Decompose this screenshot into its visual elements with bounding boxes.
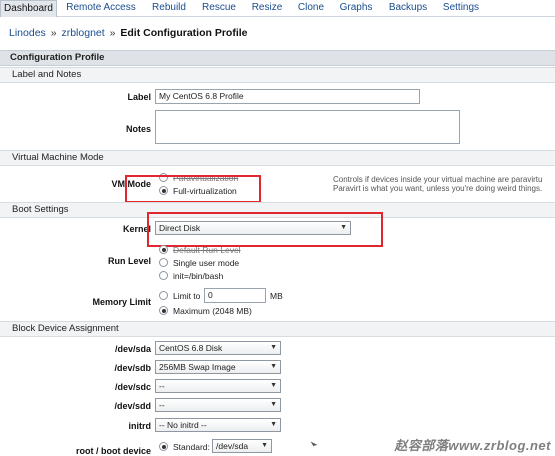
run-level-label: Run Level (107, 256, 151, 266)
memory-limit-label: Memory Limit (92, 297, 151, 307)
memory-maximum-radio[interactable] (159, 306, 168, 315)
initrd-label: initrd (128, 421, 152, 431)
run-level-init-label: init=/bin/bash (173, 271, 224, 281)
run-level-default-label: Default Run Level (173, 245, 241, 255)
breadcrumb-separator: » (50, 27, 57, 39)
sdc-select[interactable]: -- ▼ (155, 379, 281, 393)
sdc-label: /dev/sdc (114, 382, 151, 392)
sdc-select-value: -- (159, 381, 165, 391)
watermark-arrow-icon (309, 440, 319, 450)
section-header-vm-mode: Virtual Machine Mode (0, 150, 555, 166)
tab-dashboard[interactable]: Dashboard (0, 0, 57, 17)
sda-select-value: CentOS 6.8 Disk (159, 343, 223, 353)
initrd-select-value: -- No initrd -- (159, 420, 207, 430)
vm-mode-highlight-box (125, 175, 261, 203)
run-level-single-radio[interactable] (159, 258, 168, 267)
run-level-single-label: Single user mode (173, 258, 240, 268)
watermark: 赵容部落www.zrblog.net (394, 438, 551, 453)
initrd-select[interactable]: -- No initrd -- ▼ (155, 418, 281, 432)
root-device-select[interactable]: /dev/sda ▼ (212, 439, 272, 453)
sdd-select[interactable]: -- ▼ (155, 398, 281, 412)
kernel-highlight-box (147, 212, 383, 247)
root-device-select-value: /dev/sda (216, 441, 249, 451)
run-level-init-radio[interactable] (159, 271, 168, 280)
vm-mode-note-line-2: Paravirt is what you want, unless you're… (333, 184, 543, 193)
tab-backups[interactable]: Backups (384, 0, 432, 17)
memory-limit-to-label: Limit to (173, 291, 201, 301)
label-label: Label (127, 92, 151, 102)
sda-select[interactable]: CentOS 6.8 Disk ▼ (155, 341, 281, 355)
memory-maximum-label: Maximum (2048 MB) (173, 306, 252, 316)
sdb-label: /dev/sdb (114, 363, 151, 373)
section-header-config-profile: Configuration Profile (0, 50, 555, 66)
tab-rescue[interactable]: Rescue (198, 0, 240, 17)
memory-limit-input[interactable]: 0 (204, 288, 266, 303)
tab-bar: Dashboard Remote Access Rebuild Rescue R… (0, 0, 555, 17)
memory-unit-label: MB (270, 291, 283, 301)
root-boot-device-label: root / boot device (75, 446, 151, 456)
sda-label: /dev/sda (114, 344, 151, 354)
breadcrumb-separator: » (109, 27, 116, 39)
sdb-select-value: 256MB Swap Image (159, 362, 236, 372)
notes-label: Notes (125, 124, 151, 134)
chevron-down-icon: ▼ (270, 363, 277, 370)
notes-textarea[interactable] (155, 110, 460, 144)
section-header-block-device: Block Device Assignment (0, 321, 555, 337)
tab-remote-access[interactable]: Remote Access (63, 0, 139, 17)
chevron-down-icon: ▼ (270, 382, 277, 389)
chevron-down-icon: ▼ (270, 421, 277, 428)
run-level-default-radio[interactable] (159, 245, 168, 254)
sdd-select-value: -- (159, 400, 165, 410)
page-title: Edit Configuration Profile (120, 27, 248, 39)
tab-rebuild[interactable]: Rebuild (147, 0, 191, 17)
breadcrumb-linodes[interactable]: Linodes (9, 27, 46, 39)
tab-settings[interactable]: Settings (440, 0, 482, 17)
sdd-label: /dev/sdd (114, 401, 151, 411)
root-standard-label: Standard: (173, 442, 210, 452)
chevron-down-icon: ▼ (270, 401, 277, 408)
memory-limit-radio[interactable] (159, 291, 168, 300)
chevron-down-icon: ▼ (261, 442, 268, 449)
tab-clone[interactable]: Clone (294, 0, 328, 17)
root-standard-radio[interactable] (159, 442, 168, 451)
breadcrumb-host[interactable]: zrblognet (61, 27, 104, 39)
chevron-down-icon: ▼ (270, 344, 277, 351)
section-header-label-notes: Label and Notes (0, 67, 555, 83)
breadcrumb: Linodes » zrblognet » Edit Configuration… (9, 27, 248, 39)
tab-graphs[interactable]: Graphs (336, 0, 376, 17)
sdb-select[interactable]: 256MB Swap Image ▼ (155, 360, 281, 374)
tab-resize[interactable]: Resize (246, 0, 288, 17)
label-input[interactable]: My CentOS 6.8 Profile (155, 89, 420, 104)
